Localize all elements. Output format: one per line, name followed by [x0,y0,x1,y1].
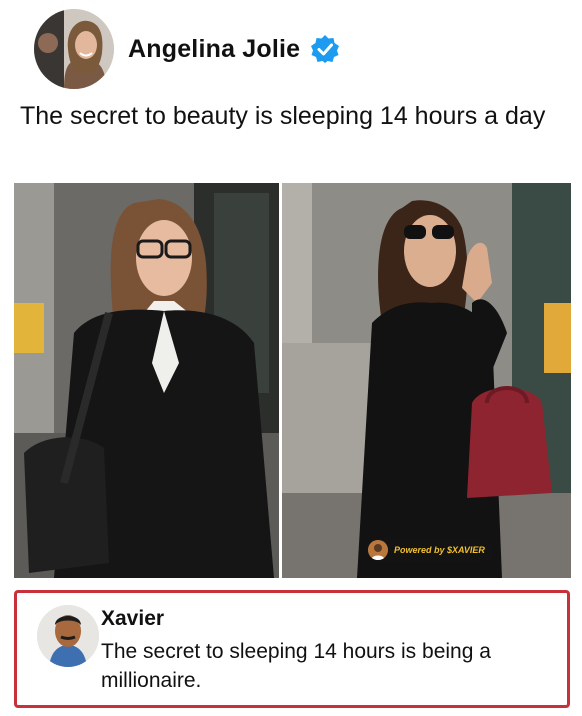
watermark-text: Powered by $XAVIER [394,545,485,555]
watermark-badge: Powered by $XAVIER [366,538,493,562]
watermark-avatar-icon [368,540,388,560]
photo-collage[interactable] [14,183,571,579]
reply-card: Xavier The secret to sleeping 14 hours i… [14,590,570,708]
reply-author-name[interactable]: Xavier [101,607,164,631]
author-name[interactable]: Angelina Jolie [128,35,300,64]
reply-text: The secret to sleeping 14 hours is being… [101,640,491,692]
post-text: The secret to beauty is sleeping 14 hour… [20,102,546,130]
reply-avatar-image [37,605,99,667]
author-avatar[interactable] [34,9,114,89]
post-header: Angelina Jolie [34,8,340,90]
author-avatar-image [34,9,114,89]
photo-right[interactable] [282,183,571,578]
reply-avatar[interactable] [37,605,99,667]
photo-left[interactable] [14,183,279,578]
verified-badge-icon [311,35,340,63]
